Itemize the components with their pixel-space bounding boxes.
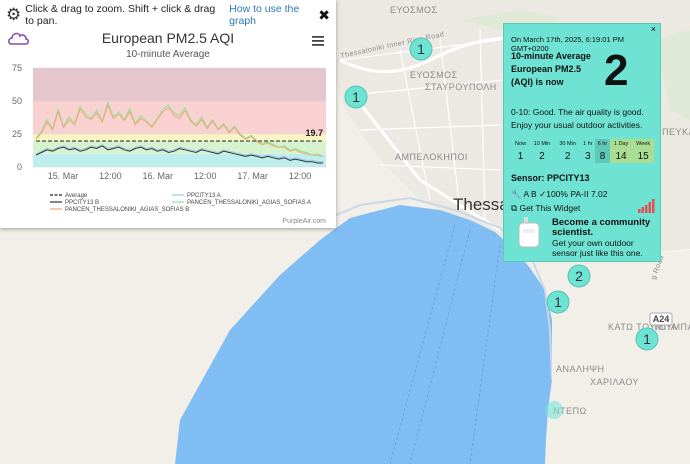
get-widget-link[interactable]: ⧉ Get This Widget <box>511 203 580 214</box>
wrench-icon: 🔧 <box>511 189 522 199</box>
y-axis-ticks: 0 25 50 75 <box>12 63 22 172</box>
history-label: Now <box>512 139 530 149</box>
history-value: 3 <box>580 149 596 163</box>
label-stavroupoli: ΣΤΑΥΡΟΥΠΟΛΗ <box>425 82 497 92</box>
popup-metric: 10-minute Average European PM2.5 (AQI) i… <box>511 51 591 87</box>
x-tick-label: 12:00 <box>99 171 122 181</box>
chart-subtitle: 10-minute Average <box>126 49 210 60</box>
close-icon[interactable]: ✖ <box>318 7 330 24</box>
graph-instructions: Click & drag to zoom. Shift + click & dr… <box>25 3 216 27</box>
cloud-icon <box>8 32 30 45</box>
sensor-name: Sensor: PPCITY13 <box>511 173 590 183</box>
signal-bars-icon <box>638 199 655 213</box>
history-table: Now 10 Min 30 Min 1 hr 6 hr 1 Day Week 1 2 2 3 8 14… <box>512 139 654 163</box>
label-evosmos-upper: ΕΥΟΣΜΟΣ <box>390 5 438 15</box>
popup-close-icon[interactable]: × <box>651 24 656 34</box>
x-tick-label: 16. Mar <box>143 171 174 181</box>
history-value: 14 <box>609 149 633 163</box>
sensor-marker[interactable]: 1 <box>546 290 570 314</box>
promo-title[interactable]: Become a community scientist. <box>552 218 660 238</box>
map-eastern-shore <box>545 250 690 464</box>
gear-icon[interactable]: ⚙ <box>6 5 21 25</box>
sensor-marker-faded[interactable] <box>545 401 563 419</box>
history-label: 10 Min <box>529 139 555 149</box>
history-label: 6 hr <box>595 139 610 149</box>
label-analipsi: ΑΝΑΛΗΨΗ <box>556 364 605 374</box>
x-axis-ticks: 15. Mar 12:00 16. Mar 12:00 17. Mar 12:00 <box>48 171 312 181</box>
svg-text:1: 1 <box>643 331 651 347</box>
svg-text:1: 1 <box>417 41 425 57</box>
legend-label: Average <box>65 193 88 199</box>
legend-label: PANCEN_THESSALONIKI_AGIAS_SOFIAS B <box>65 207 189 213</box>
legend-label: PPCITY13 A <box>187 193 221 199</box>
label-ampelokipoi: ΑΜΠΕΛΟΚΗΠΟΙ <box>395 152 468 162</box>
x-tick-label: 12:00 <box>289 171 312 181</box>
history-label: 30 Min <box>554 139 581 149</box>
history-value: 8 <box>595 149 610 163</box>
graph-help-link[interactable]: How to use the graph <box>229 3 318 27</box>
sensor-hardware: 🔧 A B ✓100% PA-II 7.02 <box>511 189 607 200</box>
history-label: Week <box>632 139 654 149</box>
x-tick-label: 12:00 <box>194 171 217 181</box>
label-charilaou: ΧΑΡΙΛΑΟΥ <box>590 377 639 387</box>
history-value: 2 <box>529 149 555 163</box>
aqi-band <box>33 153 326 167</box>
popup-description: 0-10: Good. The air quality is good. Enj… <box>511 107 644 130</box>
sensor-device-icon <box>518 217 540 248</box>
y-tick-label: 50 <box>12 96 22 106</box>
sensor-hardware-text: A B ✓100% PA-II 7.02 <box>523 189 608 199</box>
reference-value-label: 19.7 <box>305 128 323 138</box>
road-badge-a24: A24 <box>649 312 673 326</box>
sensor-marker[interactable]: 1 <box>409 37 433 61</box>
y-tick-label: 0 <box>17 162 22 172</box>
label-peyka: ΠΕΥΚΑ <box>662 127 690 137</box>
menu-icon[interactable] <box>312 36 324 46</box>
chart-credit[interactable]: PurpleAir.com <box>282 218 326 225</box>
aqi-chart[interactable]: European PM2.5 AQI 10-minute Average 0 25… <box>0 26 336 228</box>
chart-title: European PM2.5 AQI <box>102 30 234 46</box>
svg-text:A24: A24 <box>653 314 670 324</box>
sensor-marker[interactable]: 2 <box>567 264 591 288</box>
svg-text:1: 1 <box>352 89 360 105</box>
graph-panel: ⚙ Click & drag to zoom. Shift + click & … <box>0 0 336 228</box>
promo-text: Get your own outdoor sensor just like th… <box>552 238 643 258</box>
y-tick-label: 25 <box>12 129 22 139</box>
x-tick-label: 15. Mar <box>48 171 79 181</box>
chart-legend[interactable]: AveragePPCITY13 BPANCEN_THESSALONIKI_AGI… <box>50 193 311 213</box>
widget-icon: ⧉ <box>511 203 518 213</box>
sensor-marker[interactable]: 1 <box>635 327 659 351</box>
legend-label: PANCEN_THESSALONIKI_AGIAS_SOFIAS A <box>187 200 311 206</box>
get-widget-text: Get This Widget <box>519 203 581 213</box>
y-tick-label: 75 <box>12 63 22 73</box>
label-evosmos-lower: ΕΥΟΣΜΟΣ <box>410 70 458 80</box>
popup-aqi-value: 2 <box>604 46 629 95</box>
history-label: 1 Day <box>609 139 633 149</box>
history-value: 1 <box>512 149 530 163</box>
legend-label: PPCITY13 B <box>65 200 99 206</box>
sensor-popup: × On March 17th, 2025, 6:19:01 PM GMT+02… <box>503 23 661 262</box>
history-label: 1 hr <box>580 139 596 149</box>
history-value: 2 <box>554 149 581 163</box>
sensor-marker[interactable]: 1 <box>344 85 368 109</box>
svg-text:1: 1 <box>554 294 562 310</box>
x-tick-label: 17. Mar <box>237 171 268 181</box>
history-value: 15 <box>632 149 654 163</box>
svg-text:2: 2 <box>575 268 583 284</box>
aqi-band <box>33 134 326 141</box>
aqi-band <box>33 68 326 101</box>
